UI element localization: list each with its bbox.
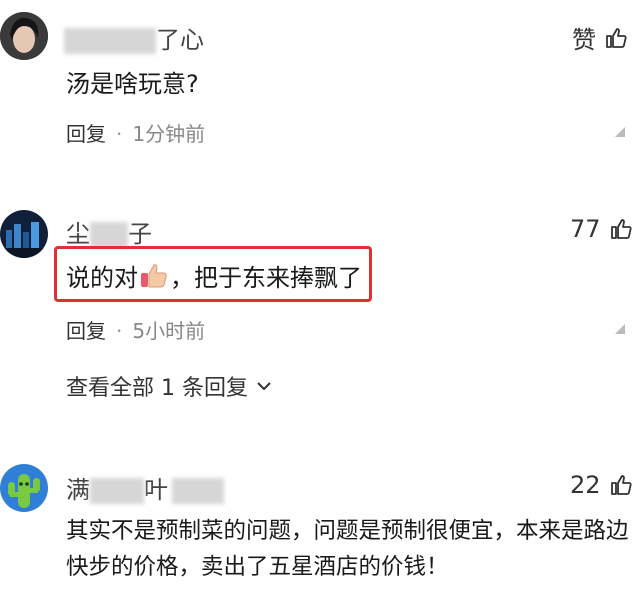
reply-button[interactable]: 回复: [66, 319, 106, 343]
avatar[interactable]: [0, 464, 48, 512]
name-redaction: [172, 478, 224, 504]
like-button[interactable]: 赞: [572, 20, 628, 55]
name-redaction: [90, 222, 128, 248]
reply-button[interactable]: 回复: [66, 122, 106, 146]
comment-time: 5小时前: [132, 319, 206, 343]
avatar[interactable]: [0, 12, 48, 60]
thumbs-up-icon: [610, 219, 632, 239]
commenter-name[interactable]: 尘子: [66, 214, 152, 249]
like-button[interactable]: 22: [570, 471, 633, 499]
comment-text: 汤是啥玩意?: [66, 70, 199, 98]
chevron-down-icon: [257, 382, 271, 391]
avatar[interactable]: [0, 210, 48, 258]
thumbs-up-icon: [606, 27, 627, 48]
name-redaction: [90, 478, 144, 504]
more-options-icon[interactable]: [614, 323, 626, 335]
like-button[interactable]: 77: [570, 215, 633, 243]
comment-meta: 回复 · 5小时前: [66, 319, 206, 343]
view-replies-button[interactable]: 查看全部 1 条回复: [66, 370, 272, 402]
comment-text-line: 快步的价格，卖出了五星酒店的价钱！: [66, 554, 449, 580]
comment-text: 说的对 ，把于东来捧飘了: [66, 263, 362, 292]
avatar-cactus-icon: [0, 464, 48, 512]
avatar-city-icon: [0, 210, 48, 258]
more-options-icon[interactable]: [614, 126, 626, 138]
commenter-name[interactable]: 满叶: [66, 470, 224, 505]
comment-meta: 回复 · 1分钟前: [66, 122, 206, 146]
name-redaction: [64, 28, 156, 54]
comment-text-line: 其实不是预制菜的问题，问题是预制很便宜，本来是路边: [66, 518, 629, 544]
avatar-portrait-icon: [0, 12, 48, 60]
thumbs-up-icon: [610, 475, 632, 495]
comment-time: 1分钟前: [132, 122, 206, 146]
thumbs-up-emoji-icon: [141, 263, 167, 287]
commenter-name[interactable]: 了心: [64, 20, 204, 55]
